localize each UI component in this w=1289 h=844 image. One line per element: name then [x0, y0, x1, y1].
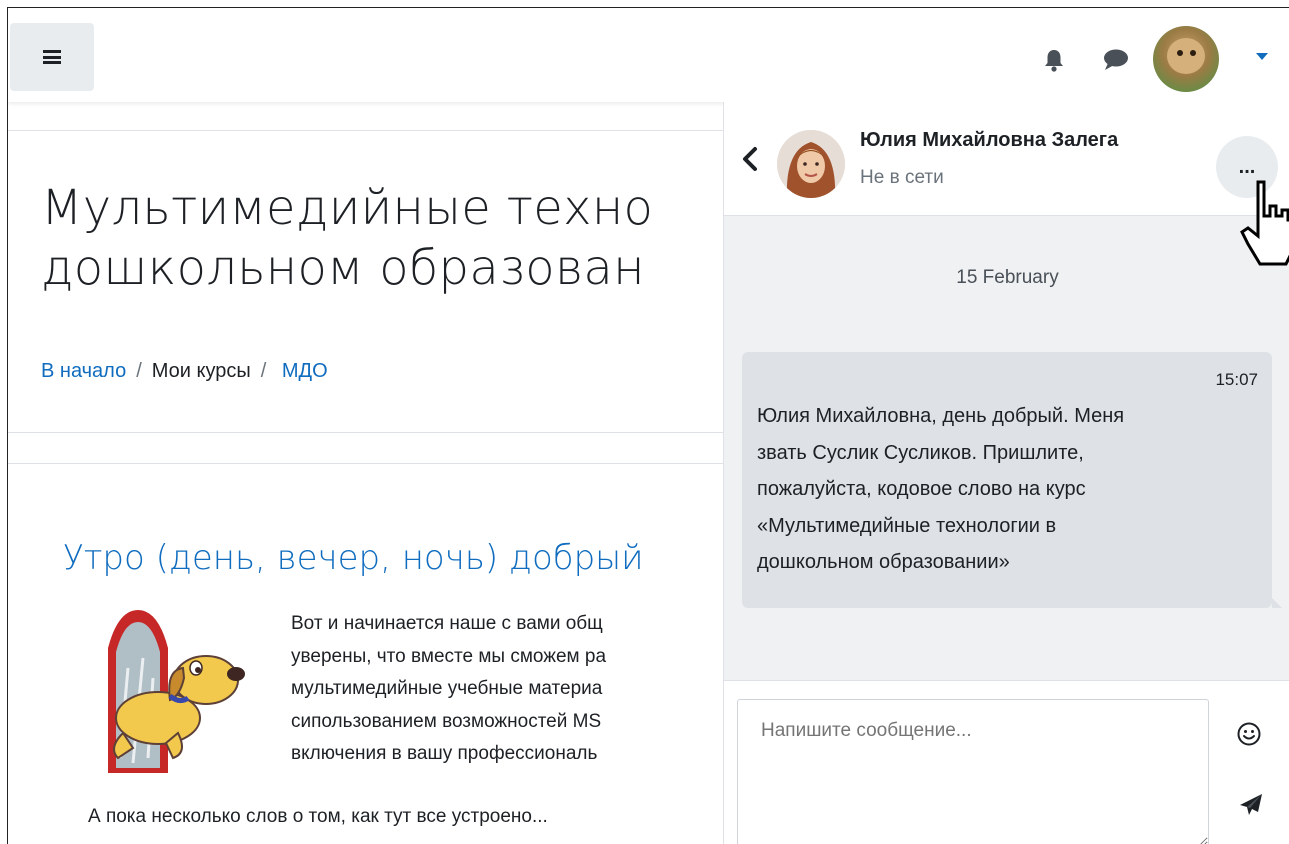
- caret-down-icon[interactable]: [1256, 53, 1268, 60]
- intro-line: включения в вашу профессиональ: [291, 743, 598, 764]
- message-line: дошкольном образовании»: [757, 551, 1010, 573]
- breadcrumb-course-link[interactable]: МДО: [282, 360, 328, 382]
- smiley-icon[interactable]: [1236, 721, 1262, 747]
- message-line: пожалуйста, кодовое слово на курс: [757, 478, 1086, 500]
- message-line: звать Суслик Сусликов. Пришлите,: [757, 441, 1084, 464]
- intro-line: уверены, что вместе мы сможем ра: [291, 645, 607, 667]
- divider: [8, 463, 724, 464]
- breadcrumb-separator: /: [136, 360, 142, 382]
- message-bubble: 15:07 Юлия Михайловна, день добрый. Меня…: [742, 352, 1282, 608]
- chat-bubble-icon[interactable]: [1102, 48, 1130, 72]
- intro-line: Вот и начинается наше с вами общ: [291, 613, 603, 634]
- bell-icon[interactable]: [1043, 48, 1065, 72]
- message-composer: [724, 680, 1289, 844]
- user-avatar[interactable]: [1153, 26, 1219, 92]
- hand-cursor-icon: [1240, 180, 1289, 266]
- page-title-line: дошкольном образован: [41, 240, 645, 296]
- divider: [8, 130, 724, 131]
- top-navbar: [8, 8, 1289, 102]
- app-frame: Мультимедийные техно дошкольном образова…: [7, 7, 1289, 844]
- message-line: «Мультимедийные технологии в: [757, 514, 1057, 537]
- breadcrumb: В начало / Мои курсы / МДО: [41, 360, 328, 383]
- breadcrumb-separator: /: [260, 360, 267, 382]
- divider: [8, 432, 724, 433]
- breadcrumb-home-link[interactable]: В начало: [41, 360, 126, 382]
- menu-toggle-button[interactable]: [10, 23, 94, 91]
- date-separator: 15 February: [956, 267, 1059, 288]
- breadcrumb-my-courses: Мои курсы: [151, 360, 251, 382]
- dog-illustration: [108, 610, 245, 773]
- chevron-left-icon[interactable]: [741, 146, 759, 172]
- section-title: Утро (день, вечер, ночь) добрый: [63, 538, 644, 578]
- contact-status: Не в сети: [860, 167, 944, 188]
- message-time: 15:07: [1215, 370, 1258, 389]
- conversation-header: Юлия Михайловна Залега Не в сети ...: [724, 102, 1289, 216]
- page-title-line: Мультимедийные техно: [41, 180, 654, 236]
- message-drawer: Юлия Михайловна Залега Не в сети ... 15 …: [723, 102, 1289, 844]
- message-input[interactable]: [737, 699, 1209, 844]
- intro-line: мультимедийные учебные материа: [291, 678, 603, 699]
- contact-avatar[interactable]: [777, 130, 845, 198]
- message-line: Юлия Михайловна, день добрый. Меня: [757, 405, 1125, 427]
- intro-line: сипользованием возможностей MS: [291, 710, 602, 732]
- intro-summary: А пока несколько слов о том, как тут все…: [88, 806, 548, 827]
- hamburger-icon: [43, 50, 61, 64]
- contact-name[interactable]: Юлия Михайловна Залега: [860, 129, 1118, 152]
- intro-text: Вот и начинается наше с вами общ уверены…: [291, 608, 606, 771]
- page-title: Мультимедийные техно дошкольном образова…: [41, 178, 653, 298]
- paper-plane-icon[interactable]: [1238, 793, 1264, 817]
- message-text: Юлия Михайловна, день добрый. Меня звать…: [757, 398, 1267, 581]
